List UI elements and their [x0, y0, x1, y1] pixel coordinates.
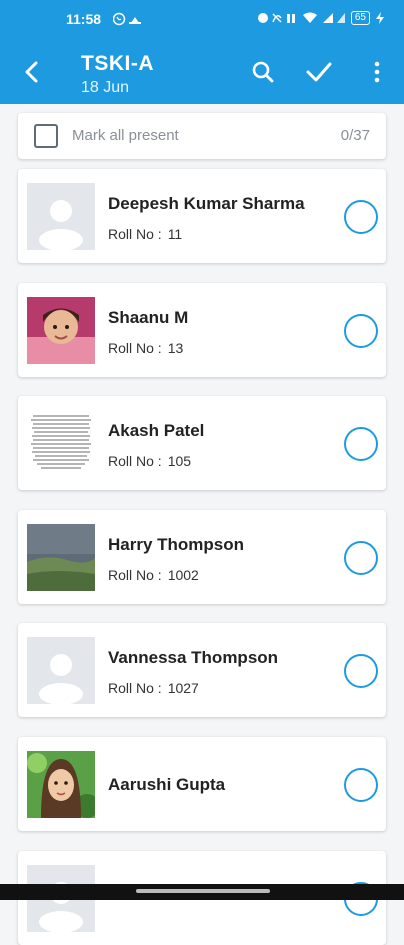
student-name: Shaanu M	[108, 308, 189, 327]
student-card[interactable]: Akash Patel Roll No :105	[18, 396, 386, 490]
status-bar: 11:58 65	[0, 0, 404, 40]
check-icon[interactable]	[305, 58, 333, 86]
mark-all-label: Mark all present	[72, 127, 179, 144]
student-card[interactable]: Harry Thompson Roll No :1002	[18, 510, 386, 604]
home-gesture-handle[interactable]	[136, 889, 270, 893]
mark-all-checkbox[interactable]	[34, 124, 58, 148]
notification-icons	[112, 12, 141, 26]
status-left-icons	[112, 12, 153, 29]
roll-number: Roll No :11	[108, 226, 183, 242]
attendance-radio[interactable]	[344, 314, 378, 348]
system-icons	[257, 12, 345, 23]
back-arrow-icon[interactable]	[18, 58, 46, 86]
status-right-icons: 65	[257, 11, 384, 25]
student-name: Harry Thompson	[108, 535, 245, 554]
more-options-icon[interactable]	[363, 58, 391, 86]
roll-number: Roll No :1027	[108, 680, 199, 696]
attendance-radio[interactable]	[344, 200, 378, 234]
charging-icon	[376, 12, 384, 24]
avatar-document-image	[27, 410, 95, 477]
attendance-radio[interactable]	[344, 654, 378, 688]
student-card[interactable]: Aarushi Gupta	[18, 737, 386, 831]
attendance-radio[interactable]	[344, 541, 378, 575]
attendance-radio[interactable]	[344, 768, 378, 802]
page-subtitle: 18 Jun	[81, 79, 130, 96]
navigation-bar	[0, 884, 404, 900]
avatar-placeholder	[27, 183, 95, 250]
roll-number: Roll No :105	[108, 453, 192, 469]
present-count: 0/37	[340, 127, 370, 144]
page-title: TSKI-A	[81, 52, 154, 75]
status-time: 11:58	[66, 11, 102, 27]
app-bar: TSKI-A 18 Jun	[0, 40, 404, 104]
roll-number: Roll No :13	[108, 340, 184, 356]
avatar-photo	[27, 524, 95, 591]
student-name: Vannessa Thompson	[108, 648, 279, 667]
avatar-photo	[27, 297, 95, 364]
student-card[interactable]: Vannessa Thompson Roll No :1027	[18, 623, 386, 717]
battery-indicator: 65	[350, 11, 370, 25]
student-name: Deepesh Kumar Sharma	[108, 194, 305, 213]
student-card[interactable]: Deepesh Kumar Sharma Roll No :11	[18, 169, 386, 263]
search-icon[interactable]	[249, 58, 277, 86]
avatar-placeholder	[27, 637, 95, 704]
student-name: Aarushi Gupta	[108, 775, 226, 794]
avatar-photo	[27, 751, 95, 818]
roll-number: Roll No :1002	[108, 567, 199, 583]
attendance-radio[interactable]	[344, 427, 378, 461]
mark-all-present-row[interactable]: Mark all present 0/37	[18, 113, 386, 159]
student-card[interactable]: Shaanu M Roll No :13	[18, 283, 386, 377]
student-name: Akash Patel	[108, 421, 205, 440]
